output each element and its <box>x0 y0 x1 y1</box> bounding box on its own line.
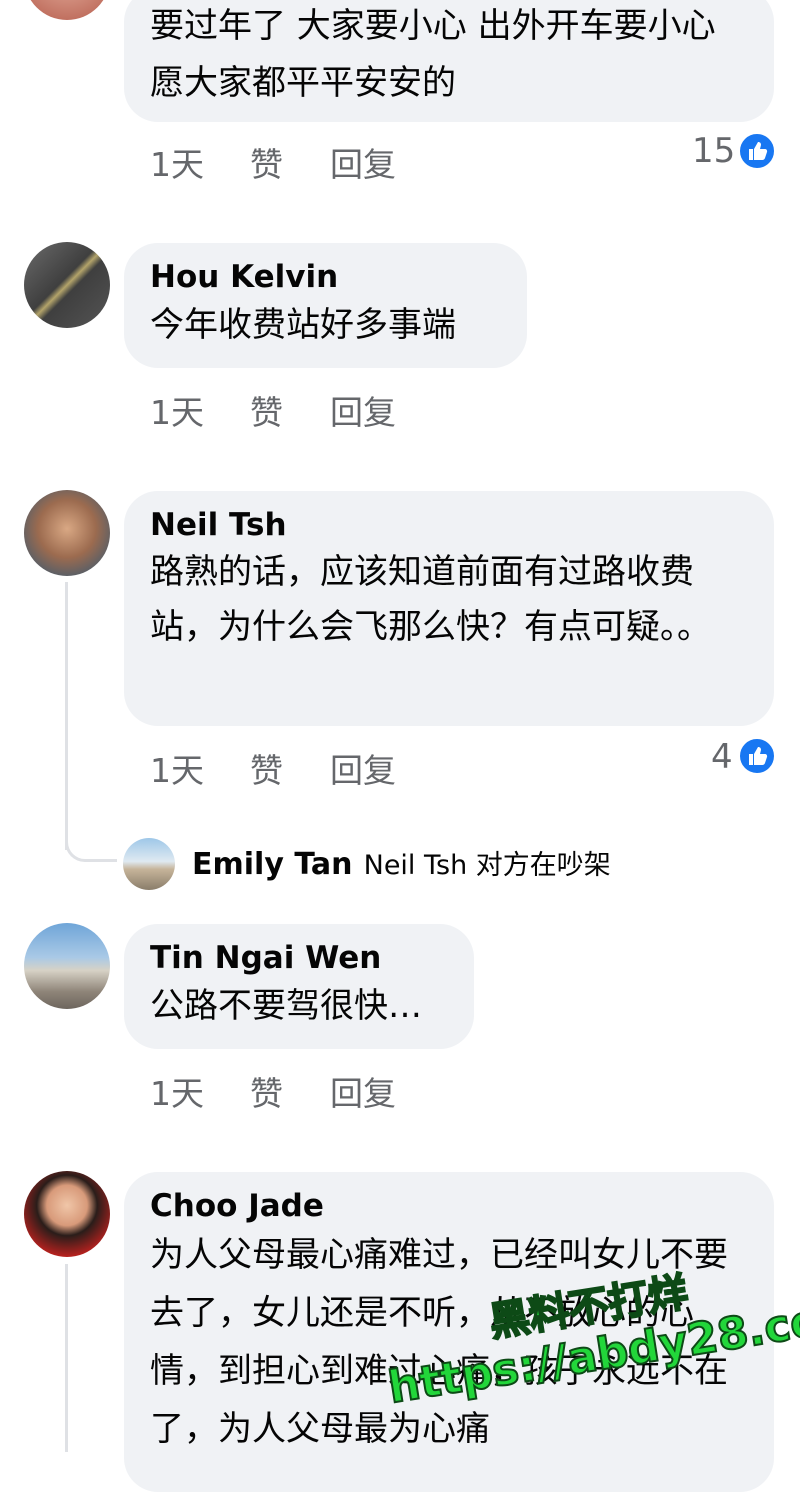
comment-author[interactable]: Tin Ngai Wen <box>150 938 448 978</box>
like-link[interactable]: 赞 <box>250 1067 283 1115</box>
comment-text: 公路不要驾很快… <box>150 986 422 1026</box>
comment-actions: 1天 赞 回复 <box>150 1067 750 1113</box>
comment-text: 为人父母最心痛难过，已经叫女儿不要去了，女儿还是不听，从不放心的心情，到担心到难… <box>150 1235 728 1449</box>
comment-text: 今年收费站好多事端 <box>150 305 456 345</box>
comment-bubble: Choo Jade 为人父母最心痛难过，已经叫女儿不要去了，女儿还是不听，从不放… <box>124 1172 774 1492</box>
comment-author[interactable]: Hou Kelvin <box>150 257 501 297</box>
comment-text: 路熟的话，应该知道前面有过路收费站，为什么会飞那么快？有点可疑。。 <box>150 552 711 647</box>
avatar[interactable] <box>24 1171 110 1257</box>
like-reaction-icon[interactable] <box>738 737 776 775</box>
comment-bubble: Tin Ngai Wen 公路不要驾很快… <box>124 924 474 1049</box>
reply-thread-curve <box>65 830 117 862</box>
avatar[interactable] <box>24 0 110 20</box>
avatar[interactable] <box>24 923 110 1009</box>
like-link[interactable]: 赞 <box>250 138 283 186</box>
comment-time[interactable]: 1天 <box>150 744 204 792</box>
comment-bubble: Hou Kelvin 今年收费站好多事端 <box>124 243 527 368</box>
comment-bubble: 要过年了 大家要小心 出外开车要小心 愿大家都平平安安的 <box>124 0 774 122</box>
reaction-count[interactable]: 4 <box>711 737 733 777</box>
comment-time[interactable]: 1天 <box>150 1067 204 1115</box>
like-link[interactable]: 赞 <box>250 744 283 792</box>
comment-bubble: Neil Tsh 路熟的话，应该知道前面有过路收费站，为什么会飞那么快？有点可疑… <box>124 491 774 726</box>
like-reaction-icon[interactable] <box>738 132 776 170</box>
reply-thread-line <box>65 1264 68 1452</box>
like-link[interactable]: 赞 <box>250 386 283 434</box>
reaction-count[interactable]: 15 <box>692 131 735 171</box>
comment-time[interactable]: 1天 <box>150 386 204 434</box>
reply-link[interactable]: 回复 <box>330 1067 396 1115</box>
comment-author[interactable]: Choo Jade <box>150 1186 748 1226</box>
reply-link[interactable]: 回复 <box>330 138 396 186</box>
reply-avatar[interactable] <box>123 838 175 890</box>
avatar[interactable] <box>24 490 110 576</box>
reply-author[interactable]: Emily Tan <box>192 847 353 882</box>
reply-preview[interactable]: Emily Tan Neil Tsh 对方在吵架 <box>192 843 611 882</box>
reply-link[interactable]: 回复 <box>330 744 396 792</box>
comment-time[interactable]: 1天 <box>150 138 204 186</box>
reply-thread-line <box>65 582 68 850</box>
avatar[interactable] <box>24 242 110 328</box>
comment-actions: 1天 赞 回复 <box>150 744 750 790</box>
reply-text: Neil Tsh 对方在吵架 <box>363 850 611 881</box>
reply-link[interactable]: 回复 <box>330 386 396 434</box>
comment-text: 要过年了 大家要小心 出外开车要小心 愿大家都平平安安的 <box>150 6 716 103</box>
comment-actions: 1天 赞 回复 <box>150 386 750 432</box>
comment-author[interactable]: Neil Tsh <box>150 505 748 545</box>
comment-actions: 1天 赞 回复 <box>150 138 750 184</box>
